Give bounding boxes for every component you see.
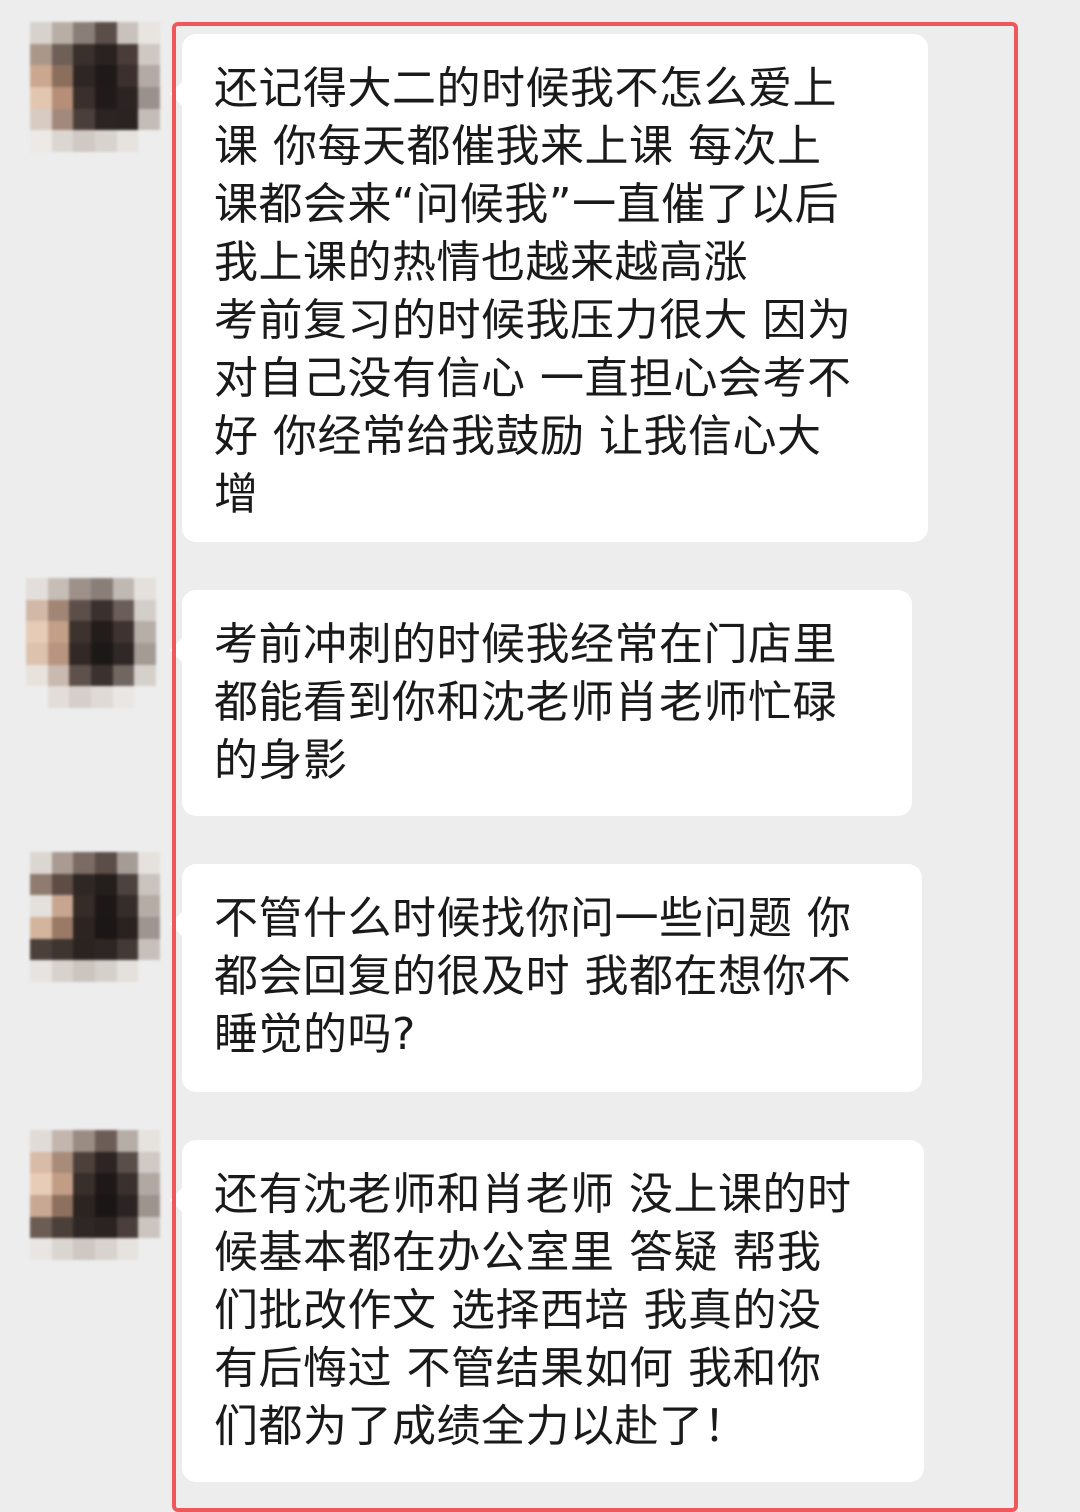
message-bubble[interactable]: 还记得大二的时候我不怎么爱上 课 你每天都催我来上课 每次上 课都会来“问候我”… bbox=[170, 34, 928, 542]
bubble-tail bbox=[170, 1188, 182, 1212]
bubble-tail bbox=[170, 912, 182, 936]
message-text: 还有沈老师和肖老师 没上课的时 候基本都在办公室里 答疑 帮我 们批改作文 选择… bbox=[214, 1169, 852, 1452]
message-bubble[interactable]: 不管什么时候找你问一些问题 你 都会回复的很及时 我都在想你不 睡觉的吗? bbox=[170, 864, 922, 1092]
chat-conversation: 还记得大二的时候我不怎么爱上 课 你每天都催我来上课 每次上 课都会来“问候我”… bbox=[0, 0, 1080, 1495]
bubble-tail bbox=[170, 82, 182, 106]
message-bubble[interactable]: 还有沈老师和肖老师 没上课的时 候基本都在办公室里 答疑 帮我 们批改作文 选择… bbox=[170, 1140, 924, 1482]
avatar-icon[interactable] bbox=[30, 1130, 160, 1260]
message-text: 考前冲刺的时候我经常在门店里 都能看到你和沈老师肖老师忙碌 的身影 bbox=[214, 619, 837, 786]
avatar-icon[interactable] bbox=[26, 578, 156, 708]
message-bubble[interactable]: 考前冲刺的时候我经常在门店里 都能看到你和沈老师肖老师忙碌 的身影 bbox=[170, 590, 912, 816]
message-text: 还记得大二的时候我不怎么爱上 课 你每天都催我来上课 每次上 课都会来“问候我”… bbox=[214, 63, 852, 520]
message-text: 不管什么时候找你问一些问题 你 都会回复的很及时 我都在想你不 睡觉的吗? bbox=[214, 893, 852, 1060]
avatar-icon[interactable] bbox=[30, 852, 160, 982]
avatar-icon[interactable] bbox=[30, 22, 160, 152]
bubble-tail bbox=[170, 638, 182, 662]
